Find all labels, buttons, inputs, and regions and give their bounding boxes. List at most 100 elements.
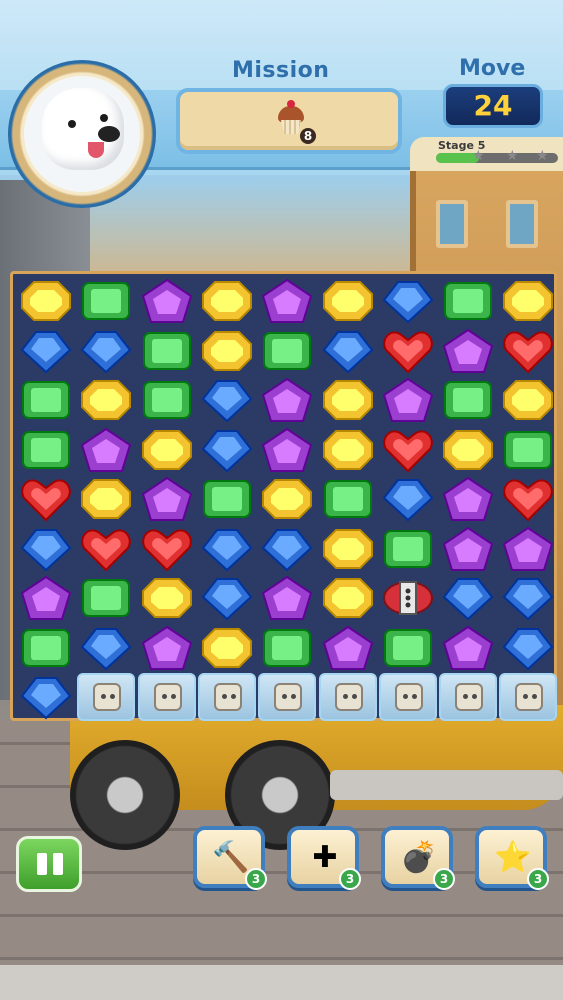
pause-button[interactable] [16,836,82,892]
blue-gem[interactable] [201,427,253,473]
purple-gem[interactable] [261,427,313,473]
yellow-gem[interactable] [141,427,193,473]
ice-crate[interactable] [499,673,558,721]
yellow-gem[interactable] [502,377,554,423]
dog-avatar[interactable] [24,76,140,192]
striped-bomb[interactable] [382,575,434,621]
purple-gem[interactable] [261,575,313,621]
purple-gem[interactable] [502,526,554,572]
yellow-gem[interactable] [322,278,374,324]
green-gem[interactable] [502,427,554,473]
red-heart-gem[interactable] [141,526,193,572]
purple-gem[interactable] [20,575,72,621]
yellow-gem[interactable] [80,476,132,522]
dog-nose [98,126,120,142]
yellow-gem[interactable] [261,476,313,522]
ice-crate[interactable] [137,673,196,721]
pause-icon [53,853,63,875]
red-heart-gem[interactable] [502,476,554,522]
blue-gem[interactable] [201,377,253,423]
crate-cat-icon [213,683,242,711]
blue-gem[interactable] [322,328,374,374]
purple-gem[interactable] [382,377,434,423]
blue-gem[interactable] [442,575,494,621]
ice-crate[interactable] [378,673,437,721]
yellow-gem[interactable] [322,526,374,572]
red-heart-gem[interactable] [382,427,434,473]
green-gem[interactable] [442,278,494,324]
purple-gem[interactable] [261,377,313,423]
purple-gem[interactable] [141,278,193,324]
ice-crate[interactable] [77,673,136,721]
green-gem[interactable] [382,526,434,572]
booster-cross-blast-button[interactable]: ✚ 3 [287,826,361,890]
ice-crate[interactable] [258,673,317,721]
hammer-icon: 🔨 [212,840,250,875]
blue-gem[interactable] [201,526,253,572]
yellow-gem[interactable] [20,278,72,324]
ice-crate[interactable] [318,673,377,721]
yellow-gem[interactable] [141,575,193,621]
green-gem[interactable] [141,377,193,423]
red-heart-gem[interactable] [20,476,72,522]
green-gem[interactable] [382,625,434,671]
yellow-gem[interactable] [322,377,374,423]
green-gem[interactable] [261,328,313,374]
green-gem[interactable] [442,377,494,423]
yellow-gem[interactable] [201,278,253,324]
building-window [436,200,468,248]
blue-gem[interactable] [502,575,554,621]
green-gem[interactable] [20,377,72,423]
yellow-gem[interactable] [201,625,253,671]
booster-hammer-button[interactable]: 🔨 3 [193,826,267,890]
yellow-gem[interactable] [322,427,374,473]
blue-gem[interactable] [261,526,313,572]
blue-gem[interactable] [20,526,72,572]
red-heart-gem[interactable] [80,526,132,572]
blue-gem[interactable] [80,328,132,374]
yellow-gem[interactable] [322,575,374,621]
green-gem[interactable] [20,625,72,671]
booster-rainbow-star-button[interactable]: ⭐ 3 [475,826,549,890]
green-gem[interactable] [80,278,132,324]
purple-gem[interactable] [442,328,494,374]
green-gem[interactable] [322,476,374,522]
green-gem[interactable] [80,575,132,621]
blue-gem[interactable] [80,625,132,671]
purple-gem[interactable] [261,278,313,324]
blue-gem[interactable] [20,674,72,720]
green-gem[interactable] [201,476,253,522]
purple-gem[interactable] [442,625,494,671]
blue-gem[interactable] [201,575,253,621]
green-gem[interactable] [141,328,193,374]
red-heart-gem[interactable] [382,328,434,374]
purple-gem[interactable] [442,526,494,572]
purple-gem[interactable] [141,625,193,671]
yellow-gem[interactable] [502,278,554,324]
blue-gem[interactable] [382,278,434,324]
dog-eye [68,120,76,128]
purple-gem[interactable] [442,476,494,522]
yellow-gem[interactable] [442,427,494,473]
dog-tongue [88,142,104,158]
blue-gem[interactable] [502,625,554,671]
ice-crate[interactable] [197,673,256,721]
rainbow-star-icon: ⭐ [494,840,532,875]
red-heart-gem[interactable] [502,328,554,374]
dog-eye [100,114,108,122]
purple-gem[interactable] [80,427,132,473]
game-board[interactable] [10,271,558,721]
moves-counter: 24 [443,84,543,128]
blue-gem[interactable] [20,328,72,374]
stage-progress-panel: Stage 5 ★ ★ ★ [410,137,563,171]
purple-gem[interactable] [322,625,374,671]
green-gem[interactable] [20,427,72,473]
booster-bomb-button[interactable]: 💣 3 [381,826,455,890]
crate-cat-icon [274,683,303,711]
ice-crate[interactable] [439,673,498,721]
yellow-gem[interactable] [80,377,132,423]
purple-gem[interactable] [141,476,193,522]
blue-gem[interactable] [382,476,434,522]
yellow-gem[interactable] [201,328,253,374]
green-gem[interactable] [261,625,313,671]
